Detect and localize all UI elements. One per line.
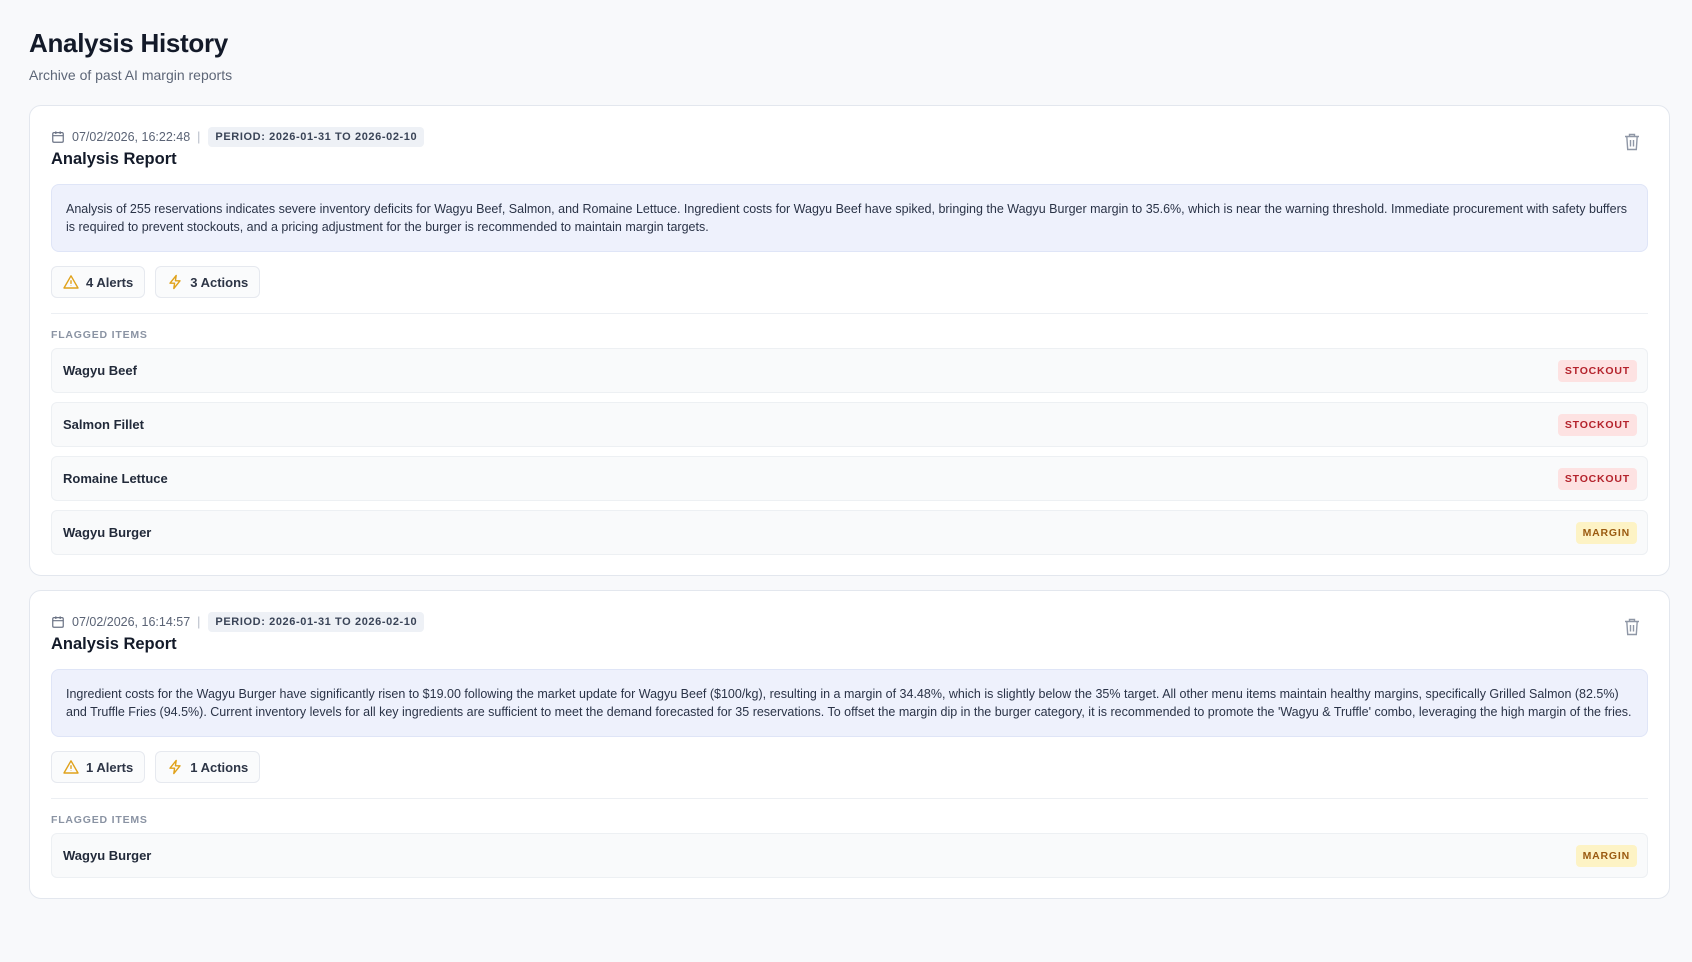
- alerts-chip[interactable]: 4 Alerts: [51, 266, 146, 298]
- report-meta: 07/02/2026, 16:22:48 | PERIOD: 2026-01-3…: [51, 127, 1648, 147]
- report-stats: 4 Alerts 3 Actions: [51, 266, 1648, 314]
- page-subtitle: Archive of past AI margin reports: [29, 67, 233, 83]
- period-badge: PERIOD: 2026-01-31 TO 2026-02-10: [208, 127, 425, 147]
- flagged-item-name: Wagyu Burger: [63, 848, 152, 863]
- stockout-badge: STOCKOUT: [1557, 359, 1637, 382]
- meta-separator: |: [197, 615, 201, 629]
- report-meta: 07/02/2026, 16:14:57 | PERIOD: 2026-01-3…: [51, 612, 1648, 632]
- period-badge: PERIOD: 2026-01-31 TO 2026-02-10: [208, 612, 425, 632]
- alerts-label: 4 Alerts: [86, 274, 134, 290]
- stockout-badge: STOCKOUT: [1557, 467, 1637, 490]
- flagged-items-heading: FLAGGED ITEMS: [51, 814, 148, 826]
- report-summary: Analysis of 255 reservations indicates s…: [51, 184, 1648, 252]
- flagged-item-name: Salmon Fillet: [63, 417, 144, 432]
- warning-icon: [63, 760, 79, 774]
- actions-label: 3 Actions: [190, 274, 249, 290]
- report-title: Analysis Report: [51, 635, 177, 653]
- flagged-item: Romaine Lettuce STOCKOUT: [51, 456, 1648, 501]
- actions-chip[interactable]: 1 Actions: [155, 751, 261, 783]
- flagged-item-name: Wagyu Beef: [63, 363, 137, 378]
- alerts-chip[interactable]: 1 Alerts: [51, 751, 146, 783]
- margin-badge: MARGIN: [1575, 521, 1637, 544]
- report-card: 07/02/2026, 16:14:57 | PERIOD: 2026-01-3…: [29, 590, 1670, 899]
- flagged-items-heading: FLAGGED ITEMS: [51, 329, 148, 341]
- trash-icon[interactable]: [1623, 617, 1641, 637]
- actions-chip[interactable]: 3 Actions: [155, 266, 261, 298]
- flagged-item: Wagyu Burger MARGIN: [51, 833, 1648, 878]
- stockout-badge: STOCKOUT: [1557, 413, 1637, 436]
- report-stats: 1 Alerts 1 Actions: [51, 751, 1648, 799]
- flagged-list: Wagyu Beef STOCKOUT Salmon Fillet STOCKO…: [51, 348, 1648, 555]
- flagged-item: Wagyu Burger MARGIN: [51, 510, 1648, 555]
- page-title: Analysis History: [29, 28, 228, 58]
- alerts-label: 1 Alerts: [86, 759, 134, 775]
- trash-icon[interactable]: [1623, 132, 1641, 152]
- lightning-icon: [169, 274, 181, 290]
- warning-icon: [63, 275, 79, 289]
- report-timestamp: 07/02/2026, 16:14:57: [72, 615, 191, 629]
- analysis-history-page: Analysis History Archive of past AI marg…: [0, 0, 1692, 899]
- lightning-icon: [169, 759, 181, 775]
- report-card: 07/02/2026, 16:22:48 | PERIOD: 2026-01-3…: [29, 105, 1670, 576]
- calendar-icon: [52, 131, 64, 143]
- meta-separator: |: [197, 130, 201, 144]
- calendar-icon: [52, 616, 64, 628]
- flagged-item: Salmon Fillet STOCKOUT: [51, 402, 1648, 447]
- margin-badge: MARGIN: [1575, 844, 1637, 867]
- report-timestamp: 07/02/2026, 16:22:48: [72, 130, 191, 144]
- report-summary: Ingredient costs for the Wagyu Burger ha…: [51, 669, 1648, 737]
- flagged-item-name: Wagyu Burger: [63, 525, 152, 540]
- flagged-item: Wagyu Beef STOCKOUT: [51, 348, 1648, 393]
- actions-label: 1 Actions: [190, 759, 249, 775]
- flagged-list: Wagyu Burger MARGIN: [51, 833, 1648, 878]
- report-title: Analysis Report: [51, 150, 177, 168]
- flagged-item-name: Romaine Lettuce: [63, 471, 168, 486]
